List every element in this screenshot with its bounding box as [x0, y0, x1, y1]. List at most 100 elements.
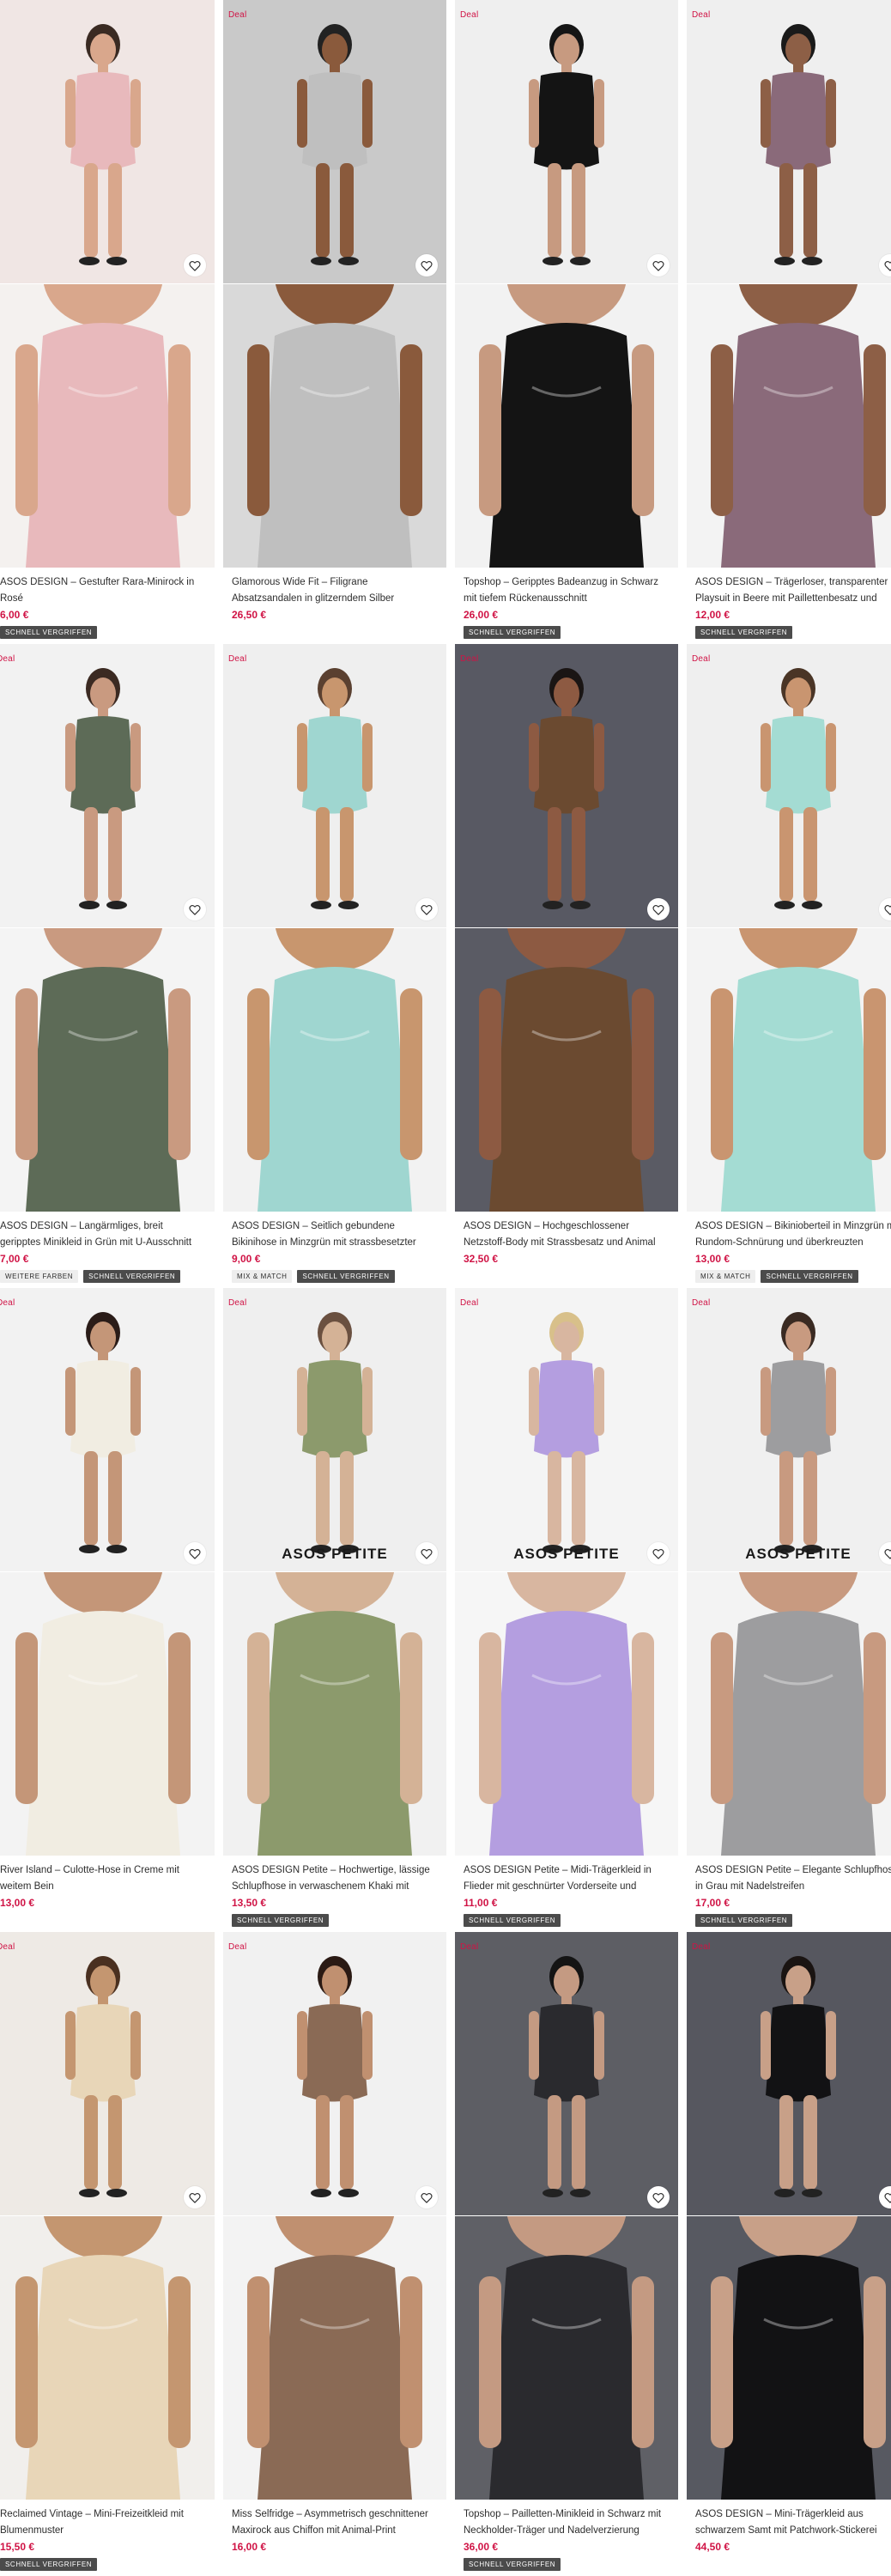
product-card[interactable]: Deal Glamorous Wide Fit – Filigrane Absat…: [223, 0, 446, 644]
product-image-secondary[interactable]: [455, 284, 678, 568]
product-title[interactable]: ASOS DESIGN – Mini-Trägerkleid aus schwa…: [695, 2506, 891, 2539]
save-for-later-button[interactable]: [415, 2186, 438, 2208]
product-image-primary[interactable]: Deal: [455, 0, 678, 283]
product-image-secondary[interactable]: [0, 2216, 215, 2500]
product-image-secondary[interactable]: [687, 2216, 891, 2500]
product-title[interactable]: ASOS DESIGN Petite – Midi-Trägerkleid in…: [464, 1862, 670, 1895]
product-card[interactable]: Deal ASOS DESIGN – Seitlich gebundene Bik…: [223, 644, 446, 1288]
product-title[interactable]: Reclaimed Vintage – Mini-Freizeitkleid m…: [0, 2506, 206, 2539]
product-card[interactable]: Deal ASOS DESIGN – Langärmliges, breit ge…: [0, 644, 215, 1288]
product-media[interactable]: Deal: [223, 1932, 446, 2500]
product-badge: SCHNELL VERGRIFFEN: [0, 626, 98, 639]
product-image-secondary[interactable]: [687, 928, 891, 1212]
product-media[interactable]: Deal: [687, 0, 891, 568]
save-for-later-button[interactable]: [184, 254, 206, 276]
product-title[interactable]: ASOS DESIGN – Hochgeschlossener Netzstof…: [464, 1218, 670, 1251]
product-media[interactable]: Deal: [687, 644, 891, 1212]
deal-label: Deal: [692, 10, 711, 20]
product-card[interactable]: Deal ASOS DESIGN – Mini-Trägerkleid aus s…: [687, 1932, 891, 2576]
deal-label: Deal: [460, 1942, 479, 1952]
product-title[interactable]: ASOS DESIGN – Langärmliges, breit geripp…: [0, 1218, 206, 1251]
product-title[interactable]: ASOS DESIGN – Seitlich gebundene Bikinih…: [232, 1218, 438, 1251]
product-image-primary[interactable]: Deal: [455, 1932, 678, 2215]
product-card[interactable]: Deal ASOS PETITE ASOS DESIGN Petite – Midi…: [455, 1288, 678, 1932]
product-image-secondary[interactable]: [223, 1572, 446, 1856]
save-for-later-button[interactable]: [415, 1542, 438, 1564]
product-image-primary[interactable]: Deal: [687, 644, 891, 927]
product-media[interactable]: Deal: [0, 1932, 215, 2500]
product-image-primary[interactable]: Deal: [223, 644, 446, 927]
product-image-secondary[interactable]: [687, 1572, 891, 1856]
save-for-later-button[interactable]: [184, 2186, 206, 2208]
product-photo-detail: [455, 928, 678, 1212]
product-card[interactable]: Deal River Island – Culotte-Hose in Creme…: [0, 1288, 215, 1932]
product-title[interactable]: ASOS DESIGN Petite – Elegante Schlupfhos…: [695, 1862, 891, 1895]
product-media[interactable]: Deal: [0, 644, 215, 1212]
product-card[interactable]: Deal Topshop – Pailletten-Minikleid in Sc…: [455, 1932, 678, 2576]
product-image-primary[interactable]: Deal: [0, 1932, 215, 2215]
product-title[interactable]: Topshop – Geripptes Badeanzug in Schwarz…: [464, 574, 670, 607]
product-media[interactable]: Deal: [455, 1932, 678, 2500]
save-for-later-button[interactable]: [647, 2186, 670, 2208]
save-for-later-button[interactable]: [415, 898, 438, 920]
product-card[interactable]: Deal ASOS DESIGN – Bikinioberteil in Minz…: [687, 644, 891, 1288]
product-image-secondary[interactable]: [223, 2216, 446, 2500]
save-for-later-button[interactable]: [647, 898, 670, 920]
product-image-secondary[interactable]: [455, 2216, 678, 2500]
product-image-primary[interactable]: Deal ASOS PETITE: [223, 1288, 446, 1571]
product-card[interactable]: Deal ASOS DESIGN – Trägerloser, transpare…: [687, 0, 891, 644]
product-card[interactable]: Deal Topshop – Geripptes Badeanzug in Sch…: [455, 0, 678, 644]
product-image-primary[interactable]: Deal ASOS PETITE: [687, 1288, 891, 1571]
product-image-secondary[interactable]: [455, 1572, 678, 1856]
product-media[interactable]: Deal: [0, 1288, 215, 1856]
product-title[interactable]: ASOS DESIGN – Gestufter Rara-Minirock in…: [0, 574, 206, 607]
save-for-later-button[interactable]: [184, 898, 206, 920]
product-card[interactable]: Deal ASOS PETITE ASOS DESIGN Petite – Eleg…: [687, 1288, 891, 1932]
save-for-later-button[interactable]: [647, 1542, 670, 1564]
product-image-primary[interactable]: Deal ASOS PETITE: [455, 1288, 678, 1571]
product-image-primary[interactable]: Deal: [687, 0, 891, 283]
product-media[interactable]: [0, 0, 215, 568]
product-card[interactable]: Deal ASOS DESIGN – Hochgeschlossener Netz…: [455, 644, 678, 1288]
product-image-secondary[interactable]: [687, 284, 891, 568]
deal-label: Deal: [228, 1942, 247, 1952]
product-image-secondary[interactable]: [0, 1572, 215, 1856]
save-for-later-button[interactable]: [184, 1542, 206, 1564]
product-media[interactable]: Deal ASOS PETITE: [687, 1288, 891, 1856]
product-card[interactable]: Deal Miss Selfridge – Asymmetrisch geschn…: [223, 1932, 446, 2576]
product-title[interactable]: ASOS DESIGN – Bikinioberteil in Minzgrün…: [695, 1218, 891, 1251]
product-image-secondary[interactable]: [223, 928, 446, 1212]
product-card[interactable]: Deal Reclaimed Vintage – Mini-Freizeitkle…: [0, 1932, 215, 2576]
product-title[interactable]: ASOS DESIGN – Trägerloser, transparenter…: [695, 574, 891, 607]
product-title[interactable]: Topshop – Pailletten-Minikleid in Schwar…: [464, 2506, 670, 2539]
product-title[interactable]: River Island – Culotte-Hose in Creme mit…: [0, 1862, 206, 1895]
product-title[interactable]: ASOS DESIGN Petite – Hochwertige, lässig…: [232, 1862, 438, 1895]
product-media[interactable]: Deal: [455, 0, 678, 568]
product-image-secondary[interactable]: [223, 284, 446, 568]
product-media[interactable]: Deal: [455, 644, 678, 1212]
product-media[interactable]: Deal ASOS PETITE: [223, 1288, 446, 1856]
product-image-primary[interactable]: [0, 0, 215, 283]
product-title[interactable]: Miss Selfridge – Asymmetrisch geschnitte…: [232, 2506, 438, 2539]
product-card[interactable]: ASOS DESIGN – Gestufter Rara-Minirock in…: [0, 0, 215, 644]
deal-label: Deal: [460, 10, 479, 20]
product-media[interactable]: Deal: [223, 644, 446, 1212]
save-for-later-button[interactable]: [647, 254, 670, 276]
product-image-primary[interactable]: Deal: [0, 1288, 215, 1571]
product-media[interactable]: Deal ASOS PETITE: [455, 1288, 678, 1856]
product-media[interactable]: Deal: [687, 1932, 891, 2500]
save-for-later-button[interactable]: [415, 254, 438, 276]
product-card[interactable]: Deal ASOS PETITE ASOS DESIGN Petite – Hoch…: [223, 1288, 446, 1932]
product-image-primary[interactable]: Deal: [687, 1932, 891, 2215]
product-media[interactable]: Deal: [223, 0, 446, 568]
product-image-primary[interactable]: Deal: [223, 1932, 446, 2215]
product-image-secondary[interactable]: [455, 928, 678, 1212]
product-image-primary[interactable]: Deal: [455, 644, 678, 927]
product-image-primary[interactable]: Deal: [0, 644, 215, 927]
product-photo-detail: [455, 284, 678, 568]
product-image-primary[interactable]: Deal: [223, 0, 446, 283]
product-image-secondary[interactable]: [0, 284, 215, 568]
product-title[interactable]: Glamorous Wide Fit – Filigrane Absatzsan…: [232, 574, 438, 607]
petite-brand-label: ASOS PETITE: [745, 1546, 852, 1562]
product-image-secondary[interactable]: [0, 928, 215, 1212]
